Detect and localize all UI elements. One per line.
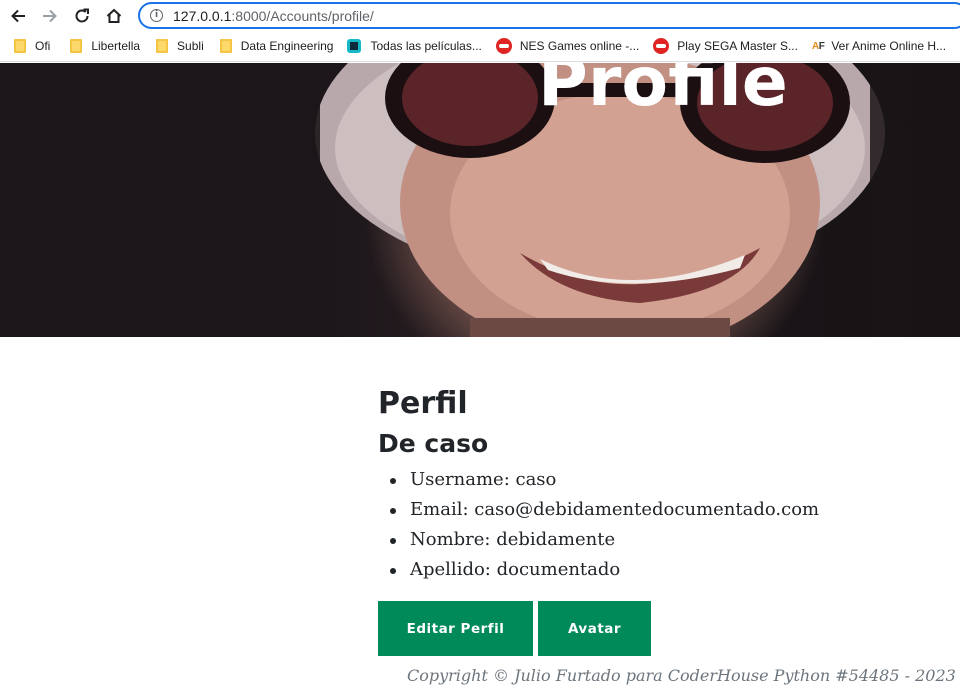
hero-banner: Profile	[0, 63, 960, 337]
avatar-button[interactable]: Avatar	[538, 601, 651, 656]
home-button[interactable]	[100, 2, 128, 30]
folder-icon	[14, 39, 26, 53]
list-item-email: Email: caso@debidamentedocumentado.com	[378, 495, 938, 525]
forward-button[interactable]	[36, 2, 64, 30]
bookmark-nes-games[interactable]: NES Games online -...	[492, 32, 647, 60]
profile-section: Perfil De caso Username: caso Email: cas…	[378, 385, 938, 656]
bookmark-label: Subli	[177, 39, 204, 53]
bookmark-label: Libertella	[91, 39, 141, 53]
list-item-username: Username: caso	[378, 465, 938, 495]
reload-icon	[75, 8, 89, 22]
bookmark-label: Todas las películas...	[370, 39, 482, 53]
af-icon: AF	[811, 40, 825, 52]
bookmark-data-engineering[interactable]: Data Engineering	[214, 32, 342, 60]
url-host: 127.0.0.1	[173, 7, 232, 24]
folder-icon	[156, 39, 169, 53]
hero-title: Profile	[538, 63, 788, 122]
url-text: 127.0.0.1:8000/Accounts/profile/	[173, 8, 374, 24]
footer-copyright: Copyright © Julio Furtado para CoderHous…	[407, 666, 956, 685]
info-icon[interactable]: i	[150, 9, 163, 22]
reload-button[interactable]	[68, 2, 96, 30]
home-icon	[106, 8, 122, 23]
bookmark-peliculas[interactable]: Todas las películas...	[343, 32, 489, 60]
bookmark-label: Ver Anime Online H...	[831, 39, 947, 53]
bookmark-libertella[interactable]: Libertella	[64, 32, 148, 60]
folder-icon	[70, 39, 83, 53]
folder-icon	[219, 39, 232, 53]
hero-photo	[0, 63, 960, 337]
edit-profile-button[interactable]: Editar Perfil	[378, 601, 533, 656]
forward-arrow-icon	[43, 9, 57, 22]
list-item-nombre: Nombre: debidamente	[378, 525, 938, 555]
action-buttons: Editar Perfil Avatar	[378, 601, 938, 656]
bookmark-subli[interactable]: Subli	[150, 32, 212, 60]
bookmark-label: Data Engineering	[240, 39, 334, 53]
address-bar[interactable]: i 127.0.0.1:8000/Accounts/profile/	[138, 2, 960, 29]
back-button[interactable]	[4, 2, 32, 30]
gamepad-icon	[653, 38, 670, 54]
bookmark-anime[interactable]: AF Ver Anime Online H...	[808, 32, 954, 60]
gamepad-icon	[495, 38, 512, 54]
bookmark-ofi[interactable]: Ofi	[8, 32, 58, 60]
bookmarks-bar: Ofi Libertella Subli Data Engineering To…	[0, 31, 960, 62]
bookmark-sega[interactable]: Play SEGA Master S...	[649, 32, 806, 60]
profile-details-list: Username: caso Email: caso@debidamentedo…	[378, 465, 938, 585]
bookmark-label: Play SEGA Master S...	[677, 39, 798, 53]
url-path: :8000/Accounts/profile/	[231, 7, 374, 24]
bookmark-label: Ofi	[35, 39, 51, 53]
list-item-apellido: Apellido: documentado	[378, 555, 938, 585]
browser-toolbar: i 127.0.0.1:8000/Accounts/profile/	[0, 0, 960, 31]
site-icon	[347, 39, 362, 53]
bookmark-label: NES Games online -...	[519, 39, 640, 53]
page-subtitle: De caso	[378, 429, 489, 458]
back-arrow-icon	[11, 9, 25, 22]
page-title: Perfil	[378, 386, 468, 421]
